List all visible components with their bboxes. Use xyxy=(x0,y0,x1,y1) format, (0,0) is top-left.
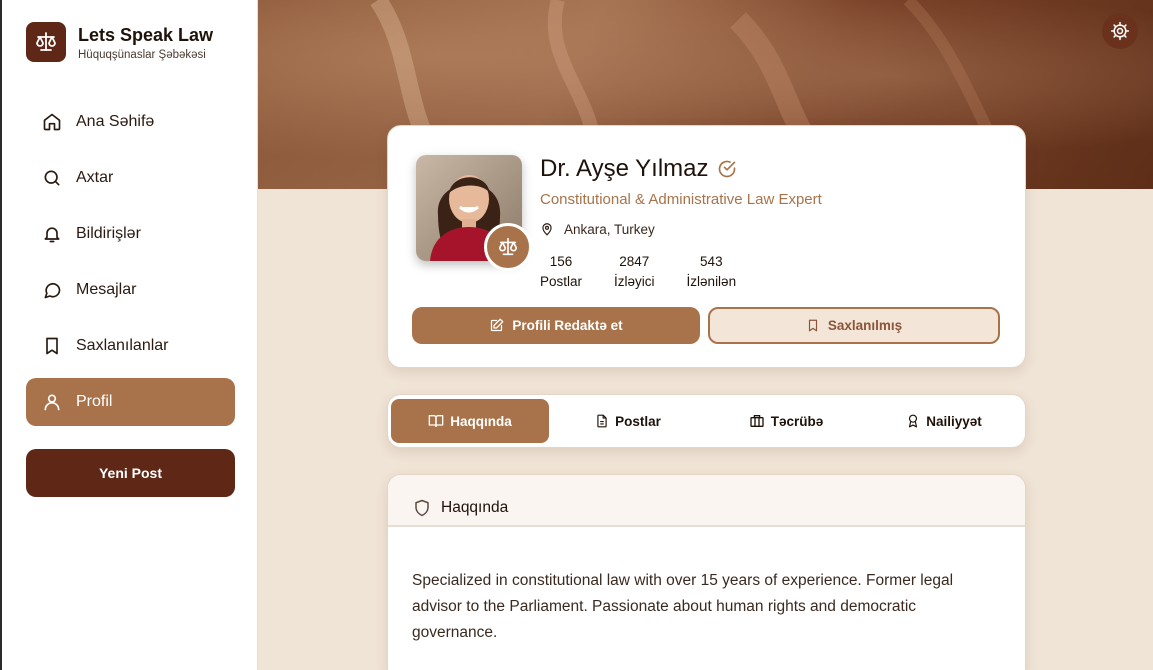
stat-label: İzlənilən xyxy=(686,274,737,289)
nav-item-saved[interactable]: Saxlanılanlar xyxy=(26,322,235,370)
about-text: Specialized in constitutional law with o… xyxy=(412,572,954,641)
stat-value: 2847 xyxy=(619,254,650,269)
profile-title: Constitutional & Administrative Law Expe… xyxy=(540,191,822,208)
nav-item-notifications[interactable]: Bildirişlər xyxy=(26,210,235,258)
lawyer-badge xyxy=(484,223,532,271)
stat-followers[interactable]: 2847 İzləyici xyxy=(614,253,655,293)
bookmark-icon xyxy=(42,336,62,356)
main-nav: Ana Səhifə Axtar Bildirişlər Mesajlar Sa… xyxy=(26,98,235,434)
nav-item-messages[interactable]: Mesajlar xyxy=(26,266,235,314)
about-header: Haqqında xyxy=(388,475,1025,527)
profile-tabs: Haqqında Postlar Təcrübə Nailiyyət xyxy=(387,394,1026,448)
user-icon xyxy=(42,392,62,412)
stat-posts[interactable]: 156 Postlar xyxy=(540,253,582,293)
nav-item-label: Ana Səhifə xyxy=(76,113,155,130)
edit-profile-button[interactable]: Profili Redaktə et xyxy=(412,307,700,344)
stat-value: 156 xyxy=(549,254,573,269)
tab-label: Təcrübə xyxy=(770,413,824,429)
stat-following[interactable]: 543 İzlənilən xyxy=(687,253,737,293)
nav-item-label: Saxlanılanlar xyxy=(76,337,169,354)
bookmark-icon xyxy=(806,318,820,333)
nav-item-label: Bildirişlər xyxy=(76,225,141,242)
profile-stats: 156 Postlar 2847 İzləyici 543 İzlənilən xyxy=(540,253,768,293)
home-icon xyxy=(42,112,62,132)
stat-label: Postlar xyxy=(540,274,583,289)
tab-experience[interactable]: Təcrübə xyxy=(707,399,865,443)
briefcase-icon xyxy=(749,413,765,429)
book-icon xyxy=(428,413,444,429)
tab-achievements[interactable]: Nailiyyət xyxy=(865,399,1023,443)
edit-profile-label: Profili Redaktə et xyxy=(512,318,623,333)
bell-icon xyxy=(42,224,62,244)
nav-item-label: Profil xyxy=(76,393,113,410)
nav-item-home[interactable]: Ana Səhifə xyxy=(26,98,235,146)
tab-label: Postlar xyxy=(615,413,661,429)
verified-icon xyxy=(717,159,737,179)
stat-label: İzləyici xyxy=(614,274,655,289)
edit-icon xyxy=(489,318,504,333)
profile-name: Dr. Ayşe Yılmaz xyxy=(540,155,709,182)
chat-icon xyxy=(42,280,62,300)
profile-location: Ankara, Turkey xyxy=(540,221,655,237)
tab-label: Haqqında xyxy=(450,413,512,429)
nav-item-profile[interactable]: Profil xyxy=(26,378,235,426)
brand-title: Lets Speak Law xyxy=(78,24,214,45)
new-post-button[interactable]: Yeni Post xyxy=(26,449,235,497)
nav-item-label: Axtar xyxy=(76,169,114,186)
document-icon xyxy=(595,413,609,429)
settings-button[interactable] xyxy=(1102,13,1138,49)
map-pin-icon xyxy=(540,221,554,237)
gear-icon xyxy=(1110,21,1130,41)
brand[interactable]: Lets Speak Law Hüquqşünaslar Şəbəkəsi xyxy=(26,22,213,62)
scales-icon xyxy=(26,22,66,62)
sidebar: Lets Speak Law Hüquqşünaslar Şəbəkəsi An… xyxy=(0,0,258,670)
profile-card: Dr. Ayşe Yılmaz Constitutional & Adminis… xyxy=(387,125,1026,368)
tab-posts[interactable]: Postlar xyxy=(549,399,707,443)
profile-name-row: Dr. Ayşe Yılmaz xyxy=(540,155,737,183)
search-icon xyxy=(42,168,62,188)
shield-icon xyxy=(413,498,431,518)
nav-item-label: Mesajlar xyxy=(76,281,137,298)
saved-label: Saxlanılmış xyxy=(827,318,903,333)
location-text: Ankara, Turkey xyxy=(564,221,655,237)
saved-button[interactable]: Saxlanılmış xyxy=(708,307,1000,344)
stat-value: 543 xyxy=(700,254,723,269)
award-icon xyxy=(906,413,920,429)
tab-label: Nailiyyət xyxy=(926,413,982,429)
nav-item-search[interactable]: Axtar xyxy=(26,154,235,202)
brand-subtitle: Hüquqşünaslar Şəbəkəsi xyxy=(78,48,206,61)
scales-icon xyxy=(497,236,519,258)
about-section: Haqqında Specialized in constitutional l… xyxy=(387,474,1026,670)
about-heading: Haqqında xyxy=(441,499,509,516)
tab-about[interactable]: Haqqında xyxy=(391,399,549,443)
